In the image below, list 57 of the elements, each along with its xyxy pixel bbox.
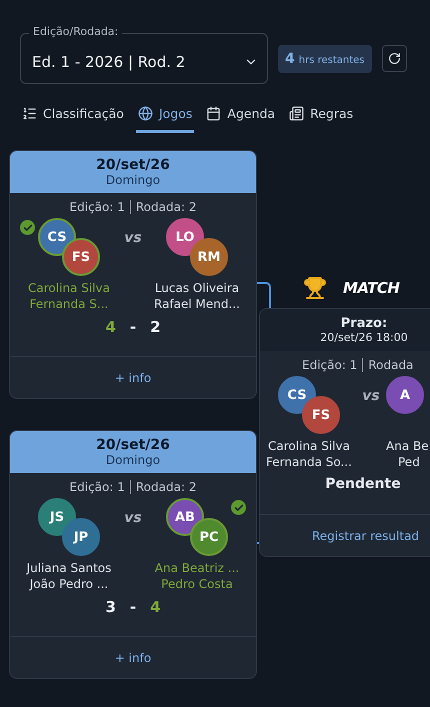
player-name: Carolina Silva	[28, 280, 110, 296]
select-value: Ed. 1 - 2026 | Rod. 2	[32, 52, 186, 70]
player-name: Fernanda S...	[30, 296, 108, 312]
score: 2	[150, 318, 161, 336]
score: 4	[150, 598, 161, 616]
match-weekday: Domingo	[106, 173, 160, 187]
match-date: 20/set/26	[96, 437, 170, 453]
register-result-link[interactable]: Registrar resultad	[312, 528, 420, 542]
tab[interactable]: Regras	[287, 100, 356, 133]
deadline-date: 20/set/26 18:00	[320, 331, 408, 344]
round-text: Rodada	[368, 358, 414, 372]
document-icon	[289, 106, 304, 121]
player-name: Juliana Santos	[26, 560, 112, 576]
score: 3	[105, 598, 116, 616]
hours-count: 4	[285, 50, 295, 66]
edition-text: Edição: 1	[70, 480, 125, 494]
match-status: Pendente	[324, 476, 402, 492]
hours-label: hrs restantes	[298, 54, 365, 66]
tab[interactable]: Agenda	[204, 100, 278, 133]
tab[interactable]: Jogos	[136, 100, 194, 133]
round-text: Rodada: 2	[136, 200, 196, 214]
player-name: Ana Beatriz ...	[154, 560, 240, 576]
avatar: A	[386, 376, 424, 414]
trophy-icon	[303, 276, 327, 300]
player-name: Carolina Silva	[268, 438, 350, 454]
deadline-label: Prazo:	[340, 316, 388, 331]
versus-text: vs	[362, 388, 380, 404]
player-name: Lucas Oliveira	[154, 280, 240, 296]
player-name: Fernanda So...	[266, 454, 352, 470]
player-name: Rafael Mend...	[154, 296, 240, 312]
versus-text: vs	[124, 230, 142, 246]
avatar: JS	[38, 498, 76, 536]
player-name: Pedro Costa	[161, 576, 233, 592]
select-label: Edição/Rodada:	[29, 25, 122, 38]
round-text: Rodada: 2	[136, 480, 196, 494]
list-icon	[22, 106, 37, 121]
globe-icon	[138, 106, 153, 121]
refresh-icon	[388, 52, 401, 65]
player-name: João Pedro ...	[30, 576, 108, 592]
versus-text: vs	[124, 510, 142, 526]
avatar: JP	[62, 518, 100, 556]
refresh-button[interactable]	[382, 45, 407, 72]
tab[interactable]: Classificação	[20, 100, 126, 133]
info-link[interactable]: + info	[114, 370, 152, 384]
round-select[interactable]: Edição/Rodada: Ed. 1 - 2026 | Rod. 2	[20, 25, 268, 84]
match-weekday: Domingo	[106, 453, 160, 467]
score-separator: -	[130, 318, 136, 336]
info-link[interactable]: + info	[114, 650, 152, 664]
player-name: Ped	[397, 454, 420, 470]
edition-text: Edição: 1	[70, 200, 125, 214]
score-separator: -	[130, 598, 136, 616]
edition-text: Edição: 1	[302, 358, 358, 372]
logo-text: MATCH	[343, 279, 400, 297]
player-name: Ana Be	[386, 438, 429, 454]
calendar-icon	[206, 106, 222, 121]
match-date: 20/set/26	[96, 157, 170, 173]
score: 4	[105, 318, 116, 336]
